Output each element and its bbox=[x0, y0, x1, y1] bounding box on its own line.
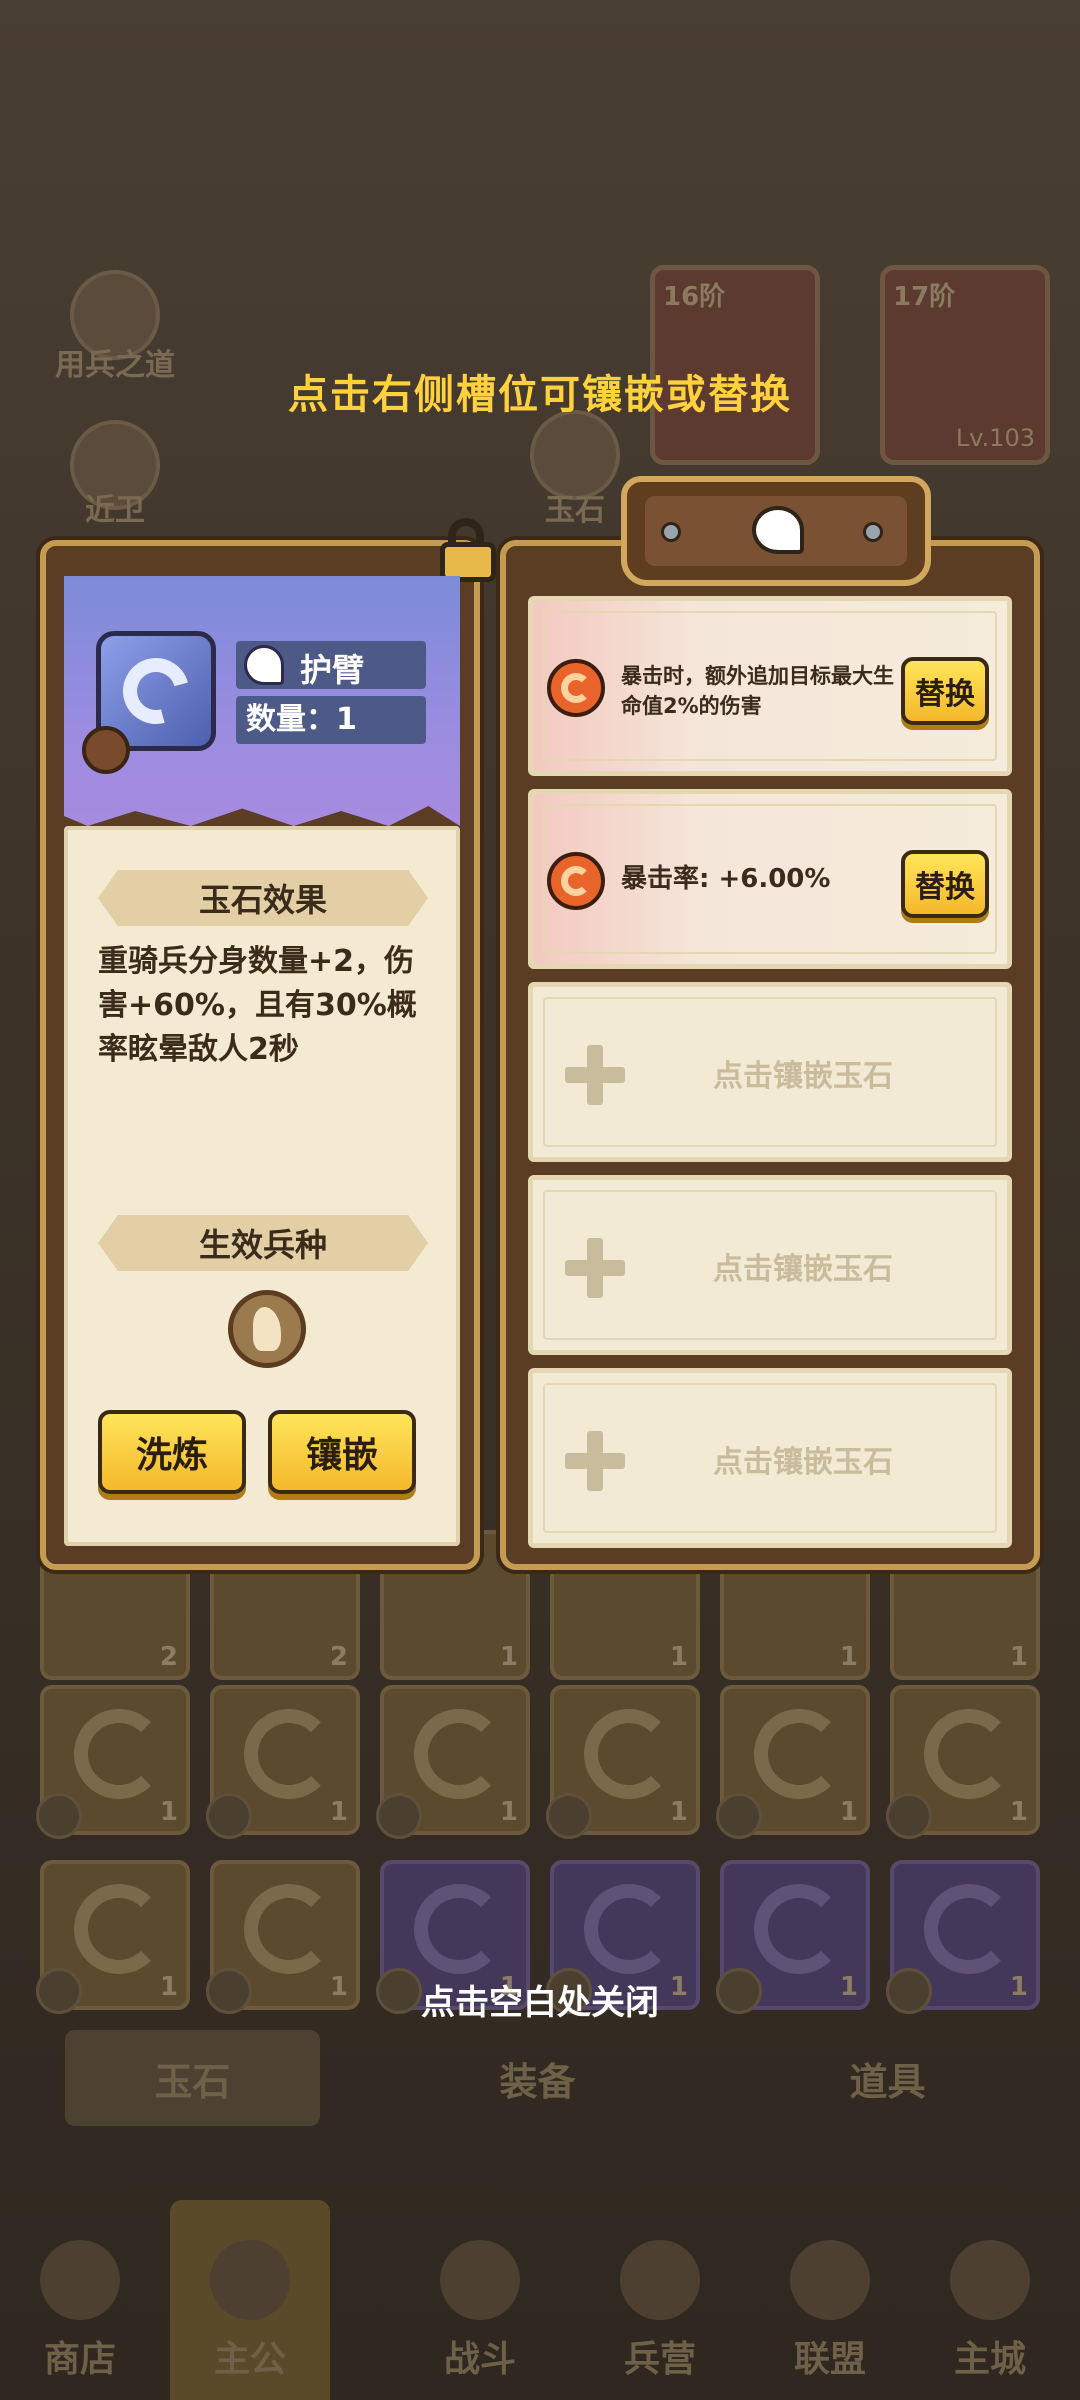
nav-shop: 商店 bbox=[0, 2200, 160, 2400]
hero-level: Lv.103 bbox=[955, 424, 1035, 452]
inventory-cell: 1 bbox=[716, 1685, 870, 1839]
inlay-button[interactable]: 镶嵌 bbox=[268, 1410, 416, 1494]
gem-slot-4[interactable]: 点击镶嵌玉石 bbox=[528, 1175, 1012, 1355]
inventory-cell: 1 bbox=[546, 1685, 700, 1839]
gem-slot-2[interactable]: 暴击率: +6.00% 替换 bbox=[528, 789, 1012, 969]
gem-slots-panel: 暴击时，额外追加目标最大生命值2%的伤害 替换 暴击率: +6.00% 替换 点… bbox=[500, 476, 1040, 1570]
gem-detail-paper: 玉石效果 重骑兵分身数量+2，伤害+60%，且有30%概率眩晕敌人2秒 生效兵种… bbox=[64, 826, 460, 1546]
gem-quantity-box: 数量：1 bbox=[236, 696, 426, 744]
inventory-cell: 1 bbox=[206, 1685, 360, 1839]
menu-label-guard: 近卫 bbox=[85, 493, 145, 528]
empty-slot-text: 点击镶嵌玉石 bbox=[713, 1252, 893, 1287]
inventory-cell: 1 bbox=[376, 1685, 530, 1839]
rivet-icon bbox=[863, 522, 883, 542]
heavy-cavalry-icon bbox=[228, 1290, 306, 1368]
rivet-icon bbox=[661, 522, 681, 542]
gem-slot-3[interactable]: 点击镶嵌玉石 bbox=[528, 982, 1012, 1162]
armguard-icon bbox=[752, 506, 804, 554]
close-hint[interactable]: 点击空白处关闭 bbox=[0, 1975, 1080, 2024]
nav-lord: 主公 bbox=[170, 2200, 330, 2400]
plus-icon bbox=[565, 1238, 625, 1298]
effect-text: 重骑兵分身数量+2，伤害+60%，且有30%概率眩晕敌人2秒 bbox=[98, 944, 417, 1067]
plus-icon bbox=[565, 1045, 625, 1105]
slots-header bbox=[621, 476, 931, 586]
tab-items: 道具 bbox=[849, 2059, 926, 2104]
gem-slot-5[interactable]: 点击镶嵌玉石 bbox=[528, 1368, 1012, 1548]
replace-button[interactable]: 替换 bbox=[901, 850, 989, 918]
nav-battle: 战斗 bbox=[400, 2200, 560, 2400]
hero-tier: 16阶 bbox=[663, 282, 726, 312]
tab-equipment: 装备 bbox=[499, 2059, 576, 2104]
main-city-icon bbox=[950, 2240, 1030, 2320]
plus-icon bbox=[565, 1431, 625, 1491]
shop-icon bbox=[40, 2240, 120, 2320]
battle-icon bbox=[440, 2240, 520, 2320]
gem-quantity: 数量：1 bbox=[246, 702, 357, 737]
hero-tier: 17阶 bbox=[893, 282, 956, 312]
nav-alliance: 联盟 bbox=[750, 2200, 910, 2400]
gem-name: 护臂 bbox=[300, 651, 365, 689]
inventory-cell: 1 bbox=[36, 1685, 190, 1839]
refine-button[interactable]: 洗炼 bbox=[98, 1410, 246, 1494]
crit-stat-icon bbox=[547, 852, 605, 910]
slot-stat-text: 暴击时，额外追加目标最大生命值2%的伤害 bbox=[621, 664, 894, 718]
inventory-cell: 1 bbox=[886, 1685, 1040, 1839]
alliance-icon bbox=[790, 2240, 870, 2320]
gem-info-panel: 护臂 数量：1 玉石效果 重骑兵分身数量+2，伤害+60%，且有30%概率眩晕敌… bbox=[40, 518, 496, 1570]
armguard-icon bbox=[244, 645, 284, 685]
unlock-icon[interactable] bbox=[436, 518, 500, 582]
nav-main-city: 主城 bbox=[910, 2200, 1070, 2400]
empty-slot-text: 点击镶嵌玉石 bbox=[713, 1059, 893, 1094]
nav-barracks: 兵营 bbox=[580, 2200, 740, 2400]
effect-title: 玉石效果 bbox=[98, 870, 428, 926]
replace-button[interactable]: 替换 bbox=[901, 657, 989, 725]
inlay-hint: 点击右侧槽位可镶嵌或替换 bbox=[288, 372, 792, 418]
barracks-icon bbox=[620, 2240, 700, 2320]
gem-badge-icon bbox=[82, 726, 130, 774]
slot-stat-text: 暴击率: +6.00% bbox=[621, 864, 831, 894]
lord-icon bbox=[210, 2240, 290, 2320]
crit-stat-icon bbox=[547, 659, 605, 717]
troop-title: 生效兵种 bbox=[98, 1215, 428, 1271]
empty-slot-text: 点击镶嵌玉石 bbox=[713, 1445, 893, 1480]
gem-name-box: 护臂 bbox=[236, 641, 426, 689]
tab-jade: 玉石 bbox=[65, 2030, 320, 2126]
gem-slot-1[interactable]: 暴击时，额外追加目标最大生命值2%的伤害 替换 bbox=[528, 596, 1012, 776]
